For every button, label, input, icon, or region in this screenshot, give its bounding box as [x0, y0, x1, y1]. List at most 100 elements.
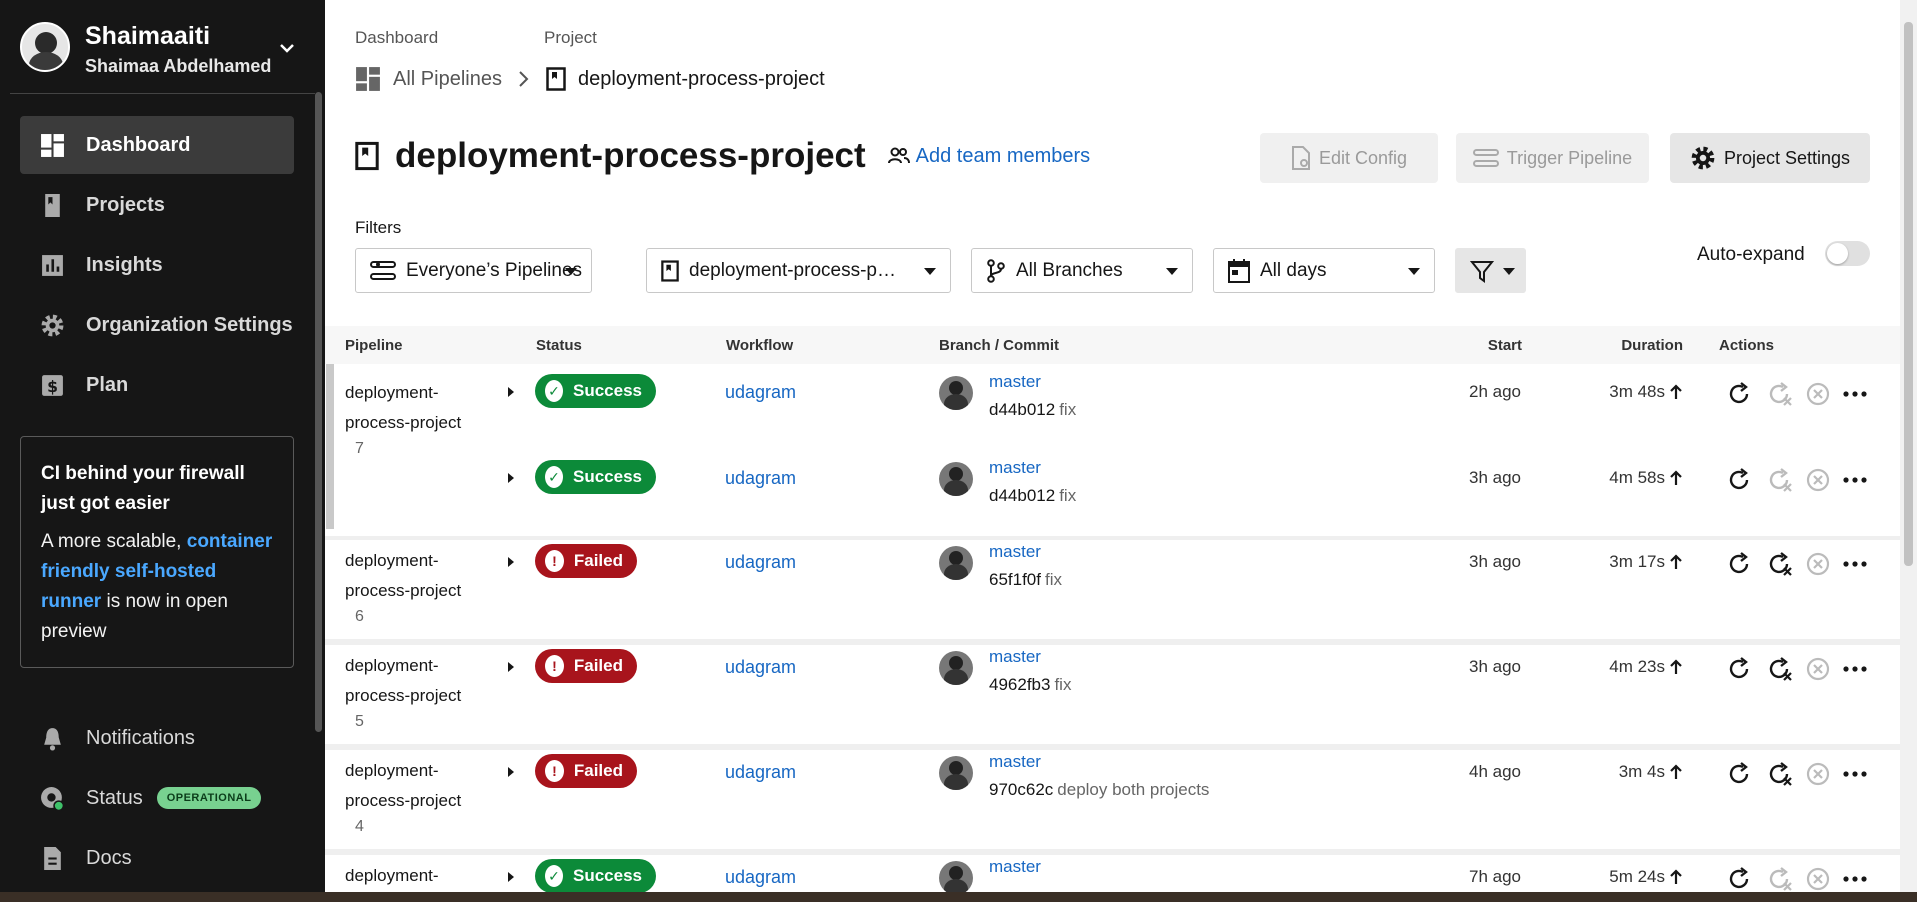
rerun-icon[interactable] [1725, 380, 1753, 408]
commit-info[interactable]: 970c62c deploy both projects [989, 780, 1209, 800]
rerun-icon[interactable] [1725, 760, 1753, 788]
nav-item-organization-settings[interactable]: Organization Settings [20, 296, 294, 354]
rerun-failed-icon[interactable] [1765, 760, 1793, 788]
cancel-icon[interactable] [1804, 655, 1832, 683]
branch-link[interactable]: master [989, 857, 1041, 877]
more-icon[interactable] [1841, 865, 1869, 893]
check-icon: ✓ [545, 380, 563, 402]
rerun-failed-icon[interactable] [1765, 466, 1793, 494]
pipelines-owner-filter[interactable]: Everyone’s Pipelines [355, 248, 592, 293]
nav-item-status[interactable]: Status OPERATIONAL [20, 768, 294, 828]
expand-arrow-icon[interactable] [508, 872, 514, 882]
expand-arrow-icon[interactable] [508, 473, 514, 483]
branch-link[interactable]: master [989, 372, 1041, 392]
project-settings-button[interactable]: Project Settings [1670, 133, 1870, 183]
auto-expand-toggle[interactable] [1825, 241, 1870, 266]
status-badge[interactable]: ! Failed [535, 544, 637, 578]
table-row[interactable]: deployment-process-project 4 ! Failed udag… [325, 750, 1905, 840]
table-row[interactable]: deployment-process-project 5 ! Failed udag… [325, 645, 1905, 735]
branch-filter[interactable]: All Branches [971, 248, 1193, 293]
nav-item-docs[interactable]: Docs [20, 828, 294, 888]
workflow-link[interactable]: udagram [725, 762, 796, 783]
pipeline-name[interactable]: deployment- [345, 861, 475, 891]
edit-config-label: Edit Config [1318, 147, 1408, 168]
status-badge[interactable]: ✓ Success [535, 859, 656, 893]
user-menu[interactable]: Shaimaaiti Shaimaa Abdelhamed [10, 12, 315, 94]
more-icon[interactable] [1841, 760, 1869, 788]
more-icon[interactable] [1841, 655, 1869, 683]
pipeline-name[interactable]: deployment-process-project 5 [345, 651, 475, 733]
branch-link[interactable]: master [989, 542, 1041, 562]
workflow-link[interactable]: udagram [725, 552, 796, 573]
cancel-icon[interactable] [1804, 466, 1832, 494]
cancel-icon[interactable] [1804, 865, 1832, 893]
more-filters-button[interactable] [1455, 248, 1526, 293]
expand-arrow-icon[interactable] [508, 662, 514, 672]
expand-arrow-icon[interactable] [508, 387, 514, 397]
trigger-pipeline-button[interactable]: Trigger Pipeline [1456, 133, 1649, 183]
commit-info[interactable]: d44b012 fix [989, 486, 1076, 506]
workflow-link[interactable]: udagram [725, 657, 796, 678]
more-icon[interactable] [1841, 466, 1869, 494]
nav-item-projects[interactable]: Projects [20, 176, 294, 234]
document-icon [44, 847, 61, 870]
rerun-icon[interactable] [1725, 655, 1753, 683]
cancel-icon[interactable] [1804, 380, 1832, 408]
breadcrumb-all-pipelines[interactable]: All Pipelines [355, 66, 502, 92]
branch-link[interactable]: master [989, 752, 1041, 772]
commit-info[interactable]: d44b012 fix [989, 400, 1076, 420]
pipeline-name[interactable]: deployment-process-project 4 [345, 756, 475, 838]
workflow-link[interactable]: udagram [725, 468, 796, 489]
status-badge[interactable]: ! Failed [535, 649, 637, 683]
sidebar-scrollbar[interactable] [315, 92, 322, 732]
bookmark-icon [661, 259, 679, 282]
nav-item-plan[interactable]: $ Plan [20, 356, 294, 414]
page-scrollbar[interactable] [1900, 0, 1917, 892]
rerun-icon[interactable] [1725, 466, 1753, 494]
projects-icon [45, 194, 60, 217]
workflow-link[interactable]: udagram [725, 382, 796, 403]
pipeline-name[interactable]: deployment-process-project 6 [345, 546, 475, 628]
alert-icon: ! [545, 655, 564, 677]
nav-item-insights[interactable]: Insights [20, 236, 294, 294]
rerun-failed-icon[interactable] [1765, 380, 1793, 408]
scrollbar-thumb[interactable] [1904, 22, 1913, 566]
status-badge[interactable]: ! Failed [535, 754, 637, 788]
breadcrumb-project[interactable]: deployment-process-project [546, 67, 825, 91]
arrow-up-icon [1670, 554, 1682, 569]
table-row[interactable]: deployment-process-project 7 ✓ Success uda… [325, 364, 1905, 457]
caret-down-icon [1408, 268, 1420, 275]
nav-item-notifications[interactable]: Notifications [20, 708, 294, 768]
table-row[interactable]: deployment-process-project 6 ! Failed udag… [325, 540, 1905, 630]
project-filter-value: deployment-process-p… [689, 259, 896, 281]
date-filter[interactable]: All days [1213, 248, 1435, 293]
edit-config-button[interactable]: Edit Config [1260, 133, 1438, 183]
more-icon[interactable] [1841, 380, 1869, 408]
cancel-icon[interactable] [1804, 550, 1832, 578]
table-scroll-indicator [326, 364, 334, 529]
workflow-link[interactable]: udagram [725, 867, 796, 888]
date-filter-value: All days [1260, 259, 1327, 281]
cancel-icon[interactable] [1804, 760, 1832, 788]
rerun-failed-icon[interactable] [1765, 655, 1793, 683]
commit-info[interactable]: 4962fb3 fix [989, 675, 1071, 695]
chevron-down-icon[interactable] [277, 38, 297, 58]
project-filter[interactable]: deployment-process-p… [646, 248, 951, 293]
expand-arrow-icon[interactable] [508, 557, 514, 567]
rerun-failed-icon[interactable] [1765, 550, 1793, 578]
rerun-failed-icon[interactable] [1765, 865, 1793, 893]
arrow-up-icon [1670, 659, 1682, 674]
pipeline-name[interactable]: deployment-process-project 7 [345, 378, 475, 460]
table-row[interactable]: ✓ Success udagram master d44b012 fix 3h ag… [325, 454, 1905, 536]
nav-item-dashboard[interactable]: Dashboard [20, 116, 294, 174]
commit-info[interactable]: 65f1f0f fix [989, 570, 1062, 590]
branch-link[interactable]: master [989, 647, 1041, 667]
more-icon[interactable] [1841, 550, 1869, 578]
status-badge[interactable]: ✓ Success [535, 460, 656, 494]
add-team-members-link[interactable]: Add team members [887, 145, 1090, 168]
status-badge[interactable]: ✓ Success [535, 374, 656, 408]
rerun-icon[interactable] [1725, 865, 1753, 893]
branch-link[interactable]: master [989, 458, 1041, 478]
rerun-icon[interactable] [1725, 550, 1753, 578]
expand-arrow-icon[interactable] [508, 767, 514, 777]
